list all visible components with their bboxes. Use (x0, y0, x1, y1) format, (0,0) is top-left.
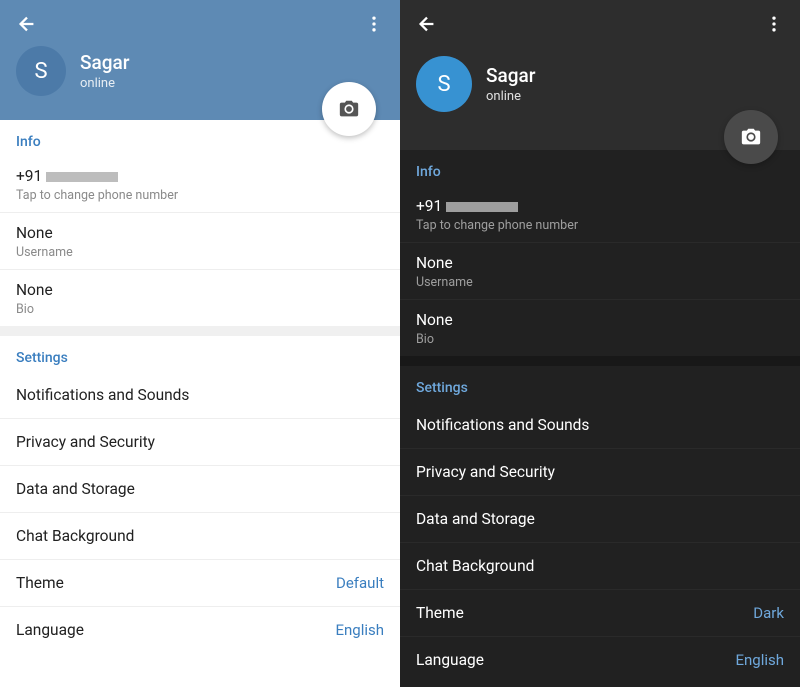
more-options-icon[interactable] (764, 14, 784, 38)
chat-background-row[interactable]: Chat Background (0, 513, 400, 560)
notifications-label: Notifications and Sounds (16, 386, 189, 404)
profile-status: online (486, 89, 535, 104)
phone-hint: Tap to change phone number (16, 188, 178, 203)
profile-header: S Sagar online (0, 0, 400, 120)
data-storage-row[interactable]: Data and Storage (0, 466, 400, 513)
profile-name: Sagar (80, 51, 129, 74)
language-row[interactable]: Language English (400, 637, 800, 683)
back-arrow-icon[interactable] (416, 13, 438, 39)
bio-value: None (16, 281, 53, 299)
notifications-row[interactable]: Notifications and Sounds (0, 372, 400, 419)
privacy-row[interactable]: Privacy and Security (0, 419, 400, 466)
theme-row[interactable]: Theme Default (0, 560, 400, 607)
settings-section-header: Settings (400, 366, 800, 402)
language-value: English (735, 651, 784, 669)
back-arrow-icon[interactable] (16, 13, 38, 39)
more-options-icon[interactable] (364, 14, 384, 38)
bio-row[interactable]: None Bio (400, 300, 800, 356)
notifications-label: Notifications and Sounds (416, 416, 589, 434)
settings-section-header: Settings (0, 336, 400, 372)
phone-number-redacted (46, 172, 118, 182)
theme-value: Default (336, 574, 384, 592)
chat-background-label: Chat Background (416, 557, 534, 575)
username-label: Username (416, 275, 473, 290)
section-divider (0, 326, 400, 336)
profile-header: S Sagar online (400, 0, 800, 150)
username-label: Username (16, 245, 73, 260)
notifications-row[interactable]: Notifications and Sounds (400, 402, 800, 449)
username-value: None (16, 224, 73, 242)
bio-row[interactable]: None Bio (0, 270, 400, 326)
language-label: Language (16, 621, 84, 639)
chat-background-row[interactable]: Chat Background (400, 543, 800, 590)
bio-label: Bio (416, 332, 453, 347)
profile-status: online (80, 76, 129, 91)
username-value: None (416, 254, 473, 272)
chat-background-label: Chat Background (16, 527, 134, 545)
profile-name: Sagar (486, 64, 535, 87)
phone-prefix: +91 (16, 167, 42, 185)
camera-button[interactable] (724, 110, 778, 164)
language-value: English (335, 621, 384, 639)
bio-label: Bio (16, 302, 53, 317)
username-row[interactable]: None Username (0, 213, 400, 270)
privacy-row[interactable]: Privacy and Security (400, 449, 800, 496)
phone-hint: Tap to change phone number (416, 218, 578, 233)
phone-row[interactable]: +91 Tap to change phone number (400, 186, 800, 243)
camera-button[interactable] (322, 82, 376, 136)
theme-label: Theme (16, 574, 64, 592)
section-divider (400, 356, 800, 366)
bio-value: None (416, 311, 453, 329)
data-storage-label: Data and Storage (416, 510, 535, 528)
avatar[interactable]: S (16, 46, 66, 96)
language-row[interactable]: Language English (0, 607, 400, 653)
language-label: Language (416, 651, 484, 669)
phone-row[interactable]: +91 Tap to change phone number (0, 156, 400, 213)
phone-prefix: +91 (416, 197, 442, 215)
phone-number-redacted (446, 202, 518, 212)
theme-value: Dark (753, 604, 784, 622)
privacy-label: Privacy and Security (416, 463, 555, 481)
data-storage-row[interactable]: Data and Storage (400, 496, 800, 543)
privacy-label: Privacy and Security (16, 433, 155, 451)
username-row[interactable]: None Username (400, 243, 800, 300)
data-storage-label: Data and Storage (16, 480, 135, 498)
avatar[interactable]: S (416, 56, 472, 112)
theme-row[interactable]: Theme Dark (400, 590, 800, 637)
theme-label: Theme (416, 604, 464, 622)
